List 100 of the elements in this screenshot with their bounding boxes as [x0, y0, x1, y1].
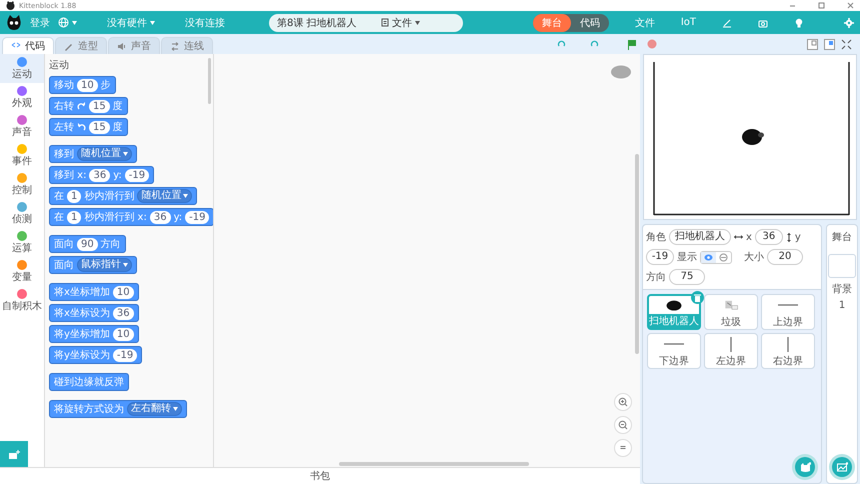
- code-block[interactable]: 将y坐标设为 -19: [49, 346, 142, 364]
- undo-icon[interactable]: [557, 40, 566, 48]
- category-item[interactable]: 外观: [0, 83, 44, 112]
- caret-icon: [183, 194, 188, 198]
- category-item[interactable]: 运动: [0, 54, 44, 83]
- robot-sprite[interactable]: [742, 129, 764, 145]
- backpack-label[interactable]: 书包: [310, 469, 330, 483]
- code-block[interactable]: 将x坐标设为 36: [49, 304, 139, 322]
- add-extension-button[interactable]: [0, 441, 28, 467]
- language-menu[interactable]: [58, 17, 77, 28]
- hidden-eye-icon: [719, 252, 728, 262]
- code-block[interactable]: 将y坐标增加 10: [49, 325, 139, 343]
- x-field[interactable]: 36: [754, 229, 783, 245]
- caret-icon: [123, 152, 128, 156]
- show-button[interactable]: [701, 252, 716, 262]
- vertical-line-thumbnail: [730, 337, 732, 352]
- vertical-line-thumbnail: [787, 337, 789, 352]
- code-block[interactable]: 将旋转方式设为 左右翻转: [49, 400, 187, 418]
- maximize-icon[interactable]: [818, 2, 825, 9]
- close-icon[interactable]: [847, 2, 854, 9]
- code-block[interactable]: 在 1 秒内滑行到 随机位置: [49, 187, 198, 205]
- code-block[interactable]: 将x坐标增加 10: [49, 283, 139, 301]
- cat-logo-icon: [6, 14, 22, 30]
- sprite-tile[interactable]: 下边界: [647, 333, 701, 369]
- size-field[interactable]: 20: [767, 249, 803, 265]
- cat-plus-icon: [800, 462, 810, 472]
- direction-field[interactable]: 75: [669, 269, 705, 285]
- caret-icon: [415, 20, 420, 24]
- add-sprite-button[interactable]: [795, 457, 815, 477]
- bulb-icon[interactable]: [794, 18, 804, 28]
- code-block[interactable]: 在 1 秒内滑行到 x: 36 y: -19: [49, 208, 213, 226]
- fullscreen-icon[interactable]: [841, 38, 852, 50]
- code-icon: [11, 42, 21, 50]
- sprite-name-field[interactable]: 扫地机器人: [669, 229, 731, 245]
- field-label: x: [746, 232, 752, 242]
- speaker-icon: [117, 42, 127, 50]
- horizontal-arrow-icon: [734, 234, 743, 240]
- image-plus-icon: [836, 462, 848, 472]
- category-item[interactable]: 侦测: [0, 199, 44, 228]
- zoom-in-icon: [618, 397, 628, 407]
- editor-tab[interactable]: 声音: [108, 37, 160, 54]
- code-block[interactable]: 移到 x: 36 y: -19: [49, 166, 154, 184]
- sprite-tile[interactable]: 垃圾: [704, 294, 758, 330]
- code-block[interactable]: 移动 10 步: [49, 76, 116, 94]
- backdrop-label: 背景: [832, 282, 852, 296]
- caret-icon: [150, 20, 155, 24]
- large-stage-icon[interactable]: [824, 38, 835, 50]
- field-label: 显示: [677, 251, 697, 264]
- add-backdrop-button[interactable]: [832, 457, 852, 477]
- cat-logo-icon: [6, 1, 15, 10]
- field-label: 方向: [646, 270, 666, 284]
- flag-icon[interactable]: [627, 38, 637, 50]
- stop-icon[interactable]: [647, 39, 657, 49]
- category-item[interactable]: 自制积木: [0, 286, 44, 315]
- caret-icon: [173, 407, 178, 411]
- stage-pane-title: 舞台: [832, 230, 852, 244]
- category-item[interactable]: 变量: [0, 257, 44, 286]
- field-label: 角色: [646, 231, 666, 244]
- small-stage-icon[interactable]: [807, 38, 818, 50]
- zoom-out-icon: [618, 420, 628, 430]
- mode-tab[interactable]: 代码: [570, 14, 609, 32]
- category-item[interactable]: 运算: [0, 228, 44, 257]
- field-label: 大小: [744, 250, 764, 264]
- code-block[interactable]: 左转 15 度: [49, 118, 128, 136]
- sprite-tile[interactable]: 上边界: [761, 294, 815, 330]
- globe-icon: [58, 17, 69, 28]
- category-item[interactable]: 声音: [0, 112, 44, 141]
- horizontal-line-thumbnail: [778, 304, 798, 306]
- y-field[interactable]: -19: [646, 249, 674, 265]
- camera-icon[interactable]: [758, 18, 768, 28]
- editor-tab[interactable]: 造型: [55, 37, 107, 54]
- code-block[interactable]: 移到 随机位置: [49, 145, 137, 163]
- extension-icon: [8, 450, 20, 458]
- editor-tab[interactable]: 连线: [161, 37, 213, 54]
- sprite-tile[interactable]: 左边界: [704, 333, 758, 369]
- category-heading: 运动: [49, 58, 70, 72]
- eye-icon: [704, 252, 713, 262]
- caret-icon: [72, 20, 77, 24]
- link-icon: [170, 42, 180, 50]
- file-menu[interactable]: 文件: [392, 16, 412, 30]
- file-icon: [381, 18, 389, 27]
- code-block[interactable]: 面向 90 方向: [49, 235, 126, 253]
- code-block[interactable]: 面向 鼠标指针: [49, 256, 137, 274]
- zoom-out-button[interactable]: [614, 416, 632, 434]
- settings-icon[interactable]: [844, 18, 854, 28]
- sprite-thumbnail-icon: [610, 64, 632, 80]
- backdrop-count: 1: [838, 300, 846, 311]
- category-item[interactable]: 控制: [0, 170, 44, 199]
- rotate-right-icon: [77, 102, 86, 110]
- zoom-in-button[interactable]: [614, 393, 632, 411]
- zoom-reset-button[interactable]: [614, 439, 632, 457]
- category-item[interactable]: 事件: [0, 141, 44, 170]
- editor-tab[interactable]: 代码: [2, 37, 54, 54]
- rotate-left-icon: [77, 122, 86, 132]
- sprite-tile[interactable]: 右边界: [761, 333, 815, 369]
- backdrop-thumbnail[interactable]: [828, 254, 856, 278]
- delete-button[interactable]: [691, 291, 704, 304]
- code-block[interactable]: 右转 15 度: [49, 97, 128, 115]
- redo-icon[interactable]: [590, 40, 599, 48]
- pen-icon[interactable]: [722, 18, 732, 28]
